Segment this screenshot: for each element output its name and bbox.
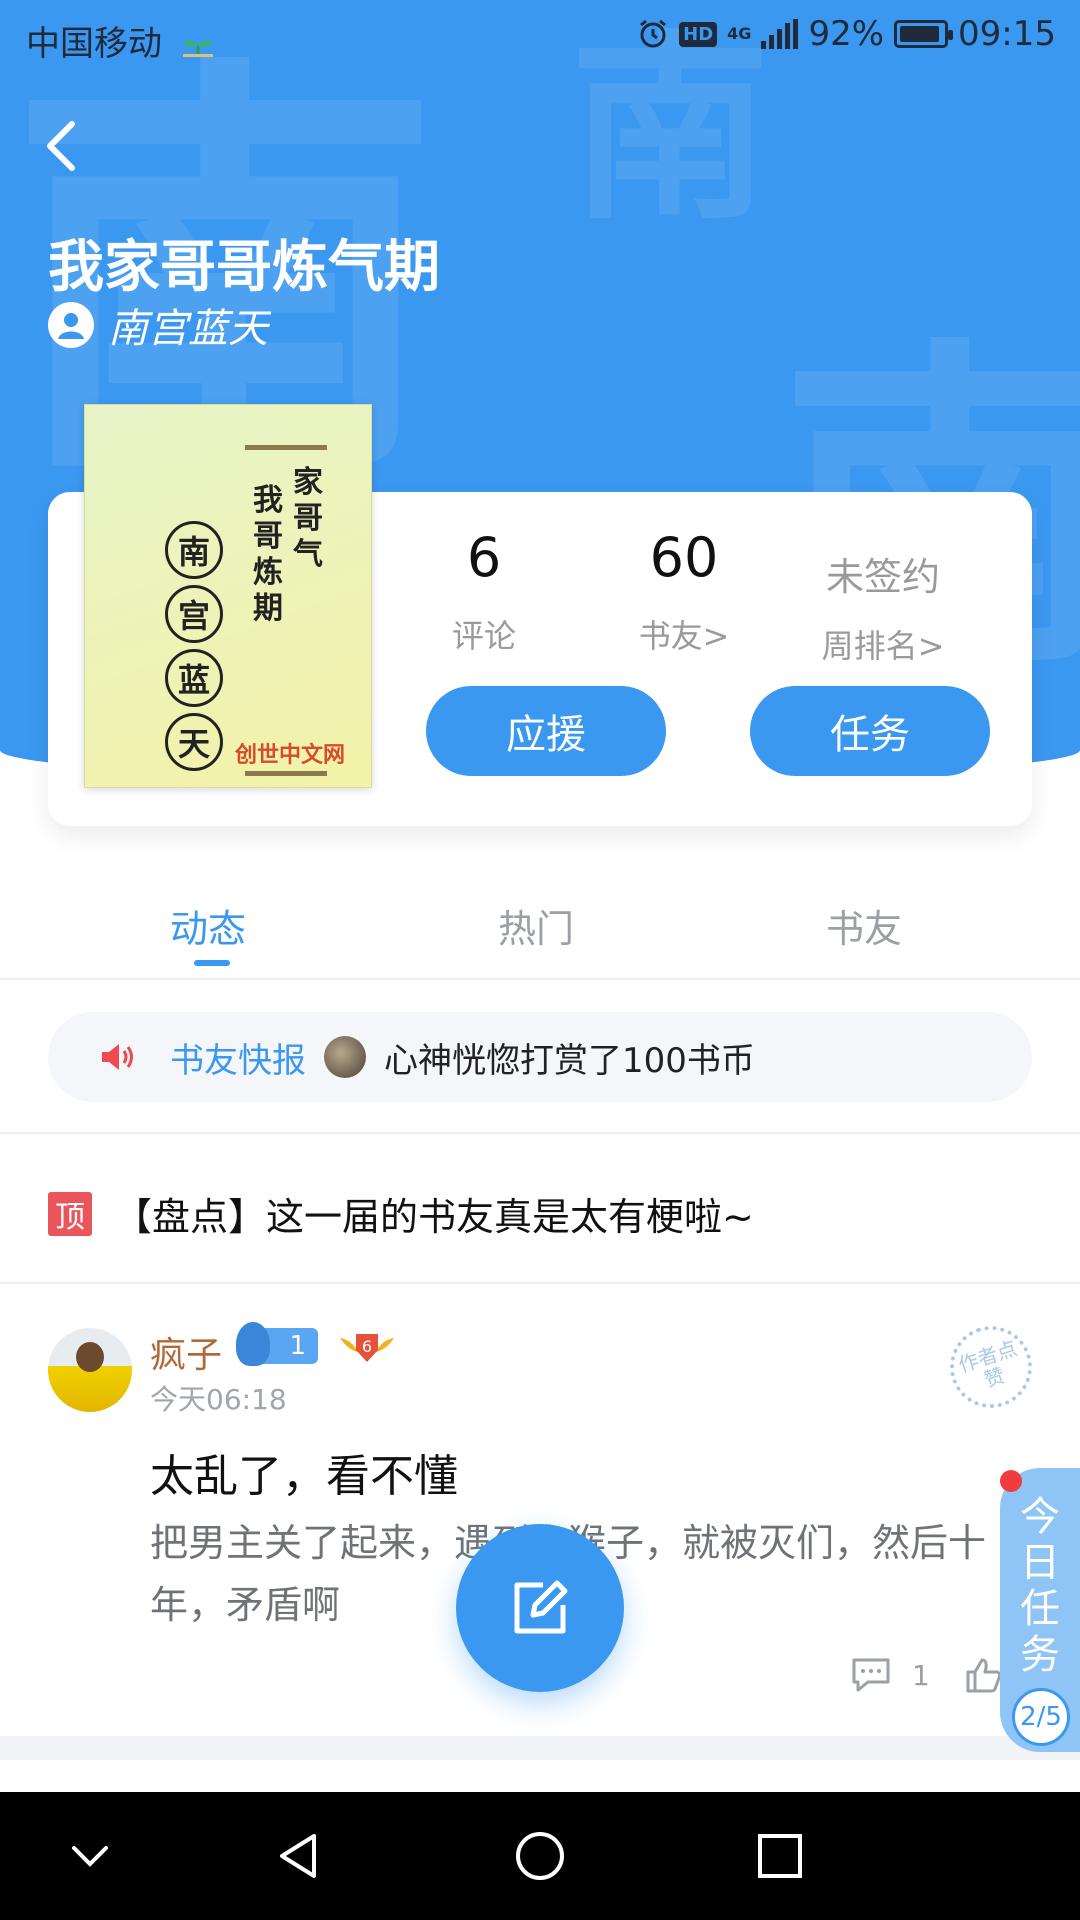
stat-comments[interactable]: 6 评论 — [424, 526, 544, 657]
author-name: 南宫蓝天 — [108, 306, 268, 352]
pinned-title: 【盘点】这一届的书友真是太有梗啦~ — [114, 1195, 754, 1239]
thumbs-up-icon[interactable] — [964, 1656, 1004, 1694]
news-label: 书友快报 — [170, 1040, 306, 1081]
stat-readers[interactable]: 60 书友> — [614, 526, 754, 657]
fan-level: 1 — [289, 1331, 306, 1361]
cover-brand-logo: 创世中文网 — [235, 743, 346, 768]
nav-home-icon[interactable] — [508, 1824, 572, 1888]
carrier-name: 中国移动 — [26, 24, 162, 64]
cover-author-seals: 南 宫 蓝 天 — [165, 521, 223, 771]
carrier: 中国移动 — [26, 16, 217, 65]
cover-author-char: 天 — [165, 713, 223, 771]
tab-bar: 动态 热门 书友 — [0, 880, 1080, 980]
tab-readers[interactable]: 书友 — [826, 898, 902, 953]
news-text: 心神恍惚打赏了100书币 — [384, 1040, 755, 1081]
avatar — [324, 1036, 366, 1078]
readers-count: 60 — [649, 526, 719, 589]
tab-dynamics[interactable]: 动态 — [170, 898, 246, 953]
stat-contract[interactable]: 未签约 周排名> — [800, 546, 966, 667]
speaker-icon — [102, 1044, 133, 1070]
back-arrow-icon[interactable] — [36, 110, 96, 180]
compose-button[interactable] — [456, 1524, 624, 1692]
avatar[interactable] — [48, 1328, 132, 1412]
wing-level-badge: 6 — [340, 1334, 394, 1362]
notification-dot — [1000, 1470, 1022, 1492]
status-icons: HD 4G 92% 09:15 — [637, 14, 1056, 54]
section-divider — [0, 1736, 1080, 1760]
battery-icon — [894, 20, 954, 48]
system-nav-bar — [0, 1792, 1080, 1920]
readers-label: 书友> — [638, 617, 730, 655]
cover-title-right: 家哥气 — [293, 465, 323, 572]
cover-author-char: 南 — [165, 521, 223, 579]
chevron-down-icon[interactable] — [58, 1824, 122, 1888]
pinned-post[interactable]: 顶 【盘点】这一届的书友真是太有梗啦~ — [48, 1186, 754, 1241]
daily-task-progress: 2/5 — [1012, 1688, 1070, 1746]
clock: 09:15 — [958, 14, 1056, 54]
weekly-rank-label: 周排名> — [821, 627, 945, 665]
sprout-icon — [182, 40, 213, 57]
hd-badge: HD — [679, 21, 718, 47]
cover-divider — [245, 445, 327, 450]
comments-count: 6 — [466, 526, 502, 589]
comments-label: 评论 — [451, 617, 516, 655]
alarm-icon — [640, 19, 667, 48]
divider — [0, 1282, 1080, 1284]
rank-level: 6 — [362, 1337, 372, 1356]
reply-count: 1 — [912, 1658, 930, 1692]
post-title[interactable]: 太乱了，看不懂 — [150, 1440, 458, 1504]
fan-level-badge: 1 — [236, 1322, 318, 1366]
divider — [0, 1132, 1080, 1134]
post-actions: 1 — [850, 1656, 1004, 1694]
battery-percent: 92% — [808, 14, 885, 54]
network-type: 4G — [727, 24, 752, 43]
book-cover[interactable]: 家哥气 我哥炼期 南 宫 蓝 天 创世中文网 — [84, 404, 372, 788]
reader-news-ticker[interactable]: 书友快报 心神恍惚打赏了100书币 — [48, 1012, 1032, 1102]
author-liked-stamp: 作者点赞 — [939, 1315, 1043, 1419]
daily-task-label: 今日任务 — [1020, 1494, 1060, 1678]
pinned-badge: 顶 — [48, 1191, 92, 1236]
nav-back-icon[interactable] — [268, 1824, 332, 1888]
book-title: 我家哥哥炼气期 — [48, 235, 440, 300]
cover-author-char: 宫 — [165, 585, 223, 643]
post-username[interactable]: 疯子 — [150, 1326, 222, 1378]
tasks-button[interactable]: 任务 — [750, 686, 990, 776]
nav-recents-icon[interactable] — [748, 1824, 812, 1888]
contract-status: 未签约 — [825, 555, 940, 599]
cover-author-char: 蓝 — [165, 649, 223, 707]
battery-fill — [900, 26, 939, 42]
cover-divider — [245, 771, 327, 776]
daily-task-widget[interactable]: 今日任务 2/5 — [1000, 1468, 1080, 1752]
status-bar: 中国移动 HD 4G 92% 09:15 — [0, 0, 1080, 76]
tab-popular[interactable]: 热门 — [498, 898, 574, 953]
comment-icon[interactable] — [850, 1656, 892, 1694]
signal-icon — [761, 19, 799, 49]
author-row[interactable]: 南宫蓝天 — [48, 296, 268, 354]
user-icon — [48, 302, 94, 348]
post-time: 今天06:18 — [150, 1383, 287, 1416]
support-button[interactable]: 应援 — [426, 686, 666, 776]
edit-icon — [514, 1580, 568, 1634]
cover-title-left: 我哥炼期 — [253, 483, 283, 626]
active-tab-indicator — [194, 960, 230, 966]
